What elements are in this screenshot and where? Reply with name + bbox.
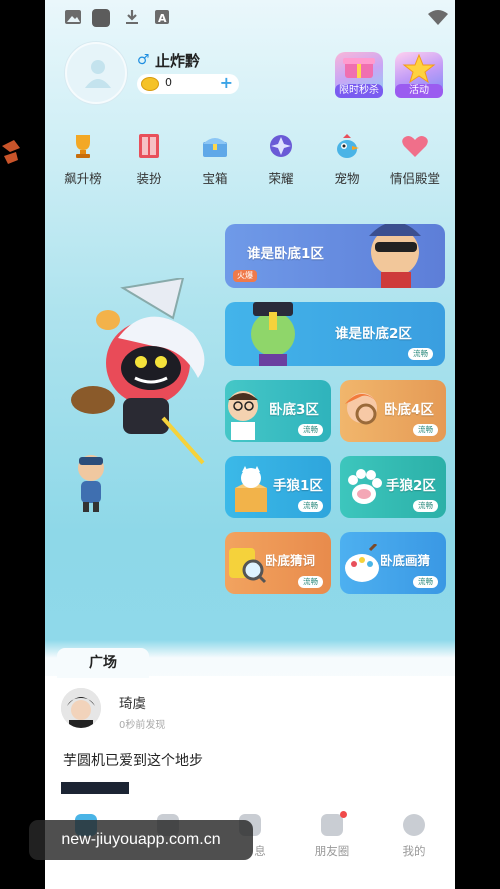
tab-profile[interactable]: 我的	[373, 814, 455, 864]
nav-item-honor[interactable]: 荣耀	[249, 130, 313, 190]
paw-icon	[348, 469, 382, 504]
room-title: 谁是卧底2区	[335, 326, 412, 342]
character-jiangshi-icon	[251, 302, 295, 366]
chest-icon	[200, 132, 230, 160]
nav-item-chest[interactable]: 宝箱	[183, 130, 247, 190]
user-header: ♂ 止炸黔 0 + 限时秒杀 活动	[63, 40, 443, 110]
post-avatar[interactable]	[61, 688, 101, 728]
room-title: 卧底4区	[384, 402, 434, 418]
default-avatar-icon	[85, 60, 111, 88]
notification-dot	[340, 811, 347, 818]
avatar[interactable]	[65, 42, 127, 104]
event-button[interactable]: 活动	[395, 52, 443, 98]
app-icon	[91, 8, 111, 28]
character-boy-icon	[228, 391, 258, 440]
status-badge: 流畅	[413, 576, 438, 588]
room-title: 卧底猜词	[265, 553, 316, 568]
flash-sale-label: 限时秒杀	[335, 84, 383, 98]
status-badge: 流畅	[413, 424, 438, 436]
medal-icon	[266, 132, 296, 160]
add-coins-button[interactable]: +	[220, 73, 233, 92]
heart-icon	[400, 132, 430, 160]
profile-icon	[403, 814, 425, 836]
tab-moments[interactable]: 朋友圈	[291, 811, 373, 864]
post-text: 芋圆机已爱到这个地步	[63, 753, 203, 769]
tab-plaza[interactable]: 广场	[57, 648, 149, 678]
room-card-undercover-4[interactable]: 卧底4区 流畅	[340, 380, 446, 442]
status-badge: 流畅	[298, 500, 323, 512]
flash-sale-button[interactable]: 限时秒杀	[335, 52, 383, 98]
nav-item-pet[interactable]: 宠物	[315, 130, 379, 190]
cat-box-icon	[235, 466, 267, 512]
app-screen: A ♂ 止炸黔 0 + 限时秒杀 活动 飙升榜 装扮 宝箱 荣耀 宠物 情侣殿堂…	[45, 0, 455, 889]
gift-box-icon	[343, 58, 375, 78]
star-icon	[402, 53, 436, 84]
text-icon: A	[153, 8, 171, 26]
username: 止炸黔	[155, 52, 201, 70]
status-badge: 流畅	[298, 576, 323, 588]
room-card-werewolf-1[interactable]: 手狼1区 流畅	[225, 456, 331, 518]
coin-count: 0	[165, 76, 172, 89]
status-badge: 流畅	[413, 500, 438, 512]
room-card-draw-guess[interactable]: 卧底画猜 流畅	[340, 532, 446, 594]
wardrobe-icon	[134, 132, 164, 160]
download-icon	[123, 8, 141, 26]
magnifier-note-icon	[229, 548, 267, 584]
gender-male-icon: ♂	[137, 52, 150, 68]
status-badge: 流畅	[408, 348, 433, 360]
svg-text:A: A	[158, 12, 167, 25]
character-detective-icon	[369, 224, 421, 288]
nav-item-leaderboard[interactable]: 飙升榜	[51, 130, 115, 190]
post-image[interactable]	[61, 782, 129, 794]
room-title: 手狼1区	[273, 478, 323, 494]
coin-icon	[141, 77, 159, 91]
partial-logo-icon	[0, 138, 22, 168]
hot-badge: 火爆	[233, 270, 257, 282]
room-title: 谁是卧底1区	[247, 246, 324, 262]
feature-nav: 飙升榜 装扮 宝箱 荣耀 宠物 情侣殿堂	[45, 130, 455, 190]
nav-item-outfit[interactable]: 装扮	[117, 130, 181, 190]
image-icon	[64, 8, 82, 26]
status-badge: 流畅	[298, 424, 323, 436]
moments-icon	[321, 811, 347, 836]
room-card-undercover-2[interactable]: 谁是卧底2区 流畅	[225, 302, 445, 366]
room-title: 卧底3区	[269, 402, 319, 418]
paint-palette-icon	[345, 544, 379, 582]
room-card-undercover-1[interactable]: 谁是卧底1区 火爆	[225, 224, 445, 288]
room-card-undercover-3[interactable]: 卧底3区 流畅	[225, 380, 331, 442]
watermark-overlay: new-jiuyouapp.com.cn	[29, 820, 253, 860]
event-label: 活动	[395, 84, 443, 98]
room-title: 手狼2区	[386, 478, 436, 494]
trophy-icon	[68, 132, 98, 160]
coin-balance[interactable]: 0 +	[137, 73, 239, 94]
status-bar: A	[45, 0, 455, 34]
room-card-word-guess[interactable]: 卧底猜词 流畅	[225, 532, 331, 594]
post-timestamp: 0秒前发现	[119, 720, 166, 731]
pet-bird-icon	[332, 132, 362, 160]
character-girl-magnifier-icon	[345, 393, 379, 425]
nav-item-couple-hall[interactable]: 情侣殿堂	[383, 130, 447, 190]
room-card-werewolf-2[interactable]: 手狼2区 流畅	[340, 456, 446, 518]
wifi-icon	[427, 8, 449, 26]
post-author[interactable]: 琦虞	[119, 692, 146, 712]
small-character-illustration	[69, 452, 113, 512]
room-title: 卧底画猜	[380, 553, 431, 568]
